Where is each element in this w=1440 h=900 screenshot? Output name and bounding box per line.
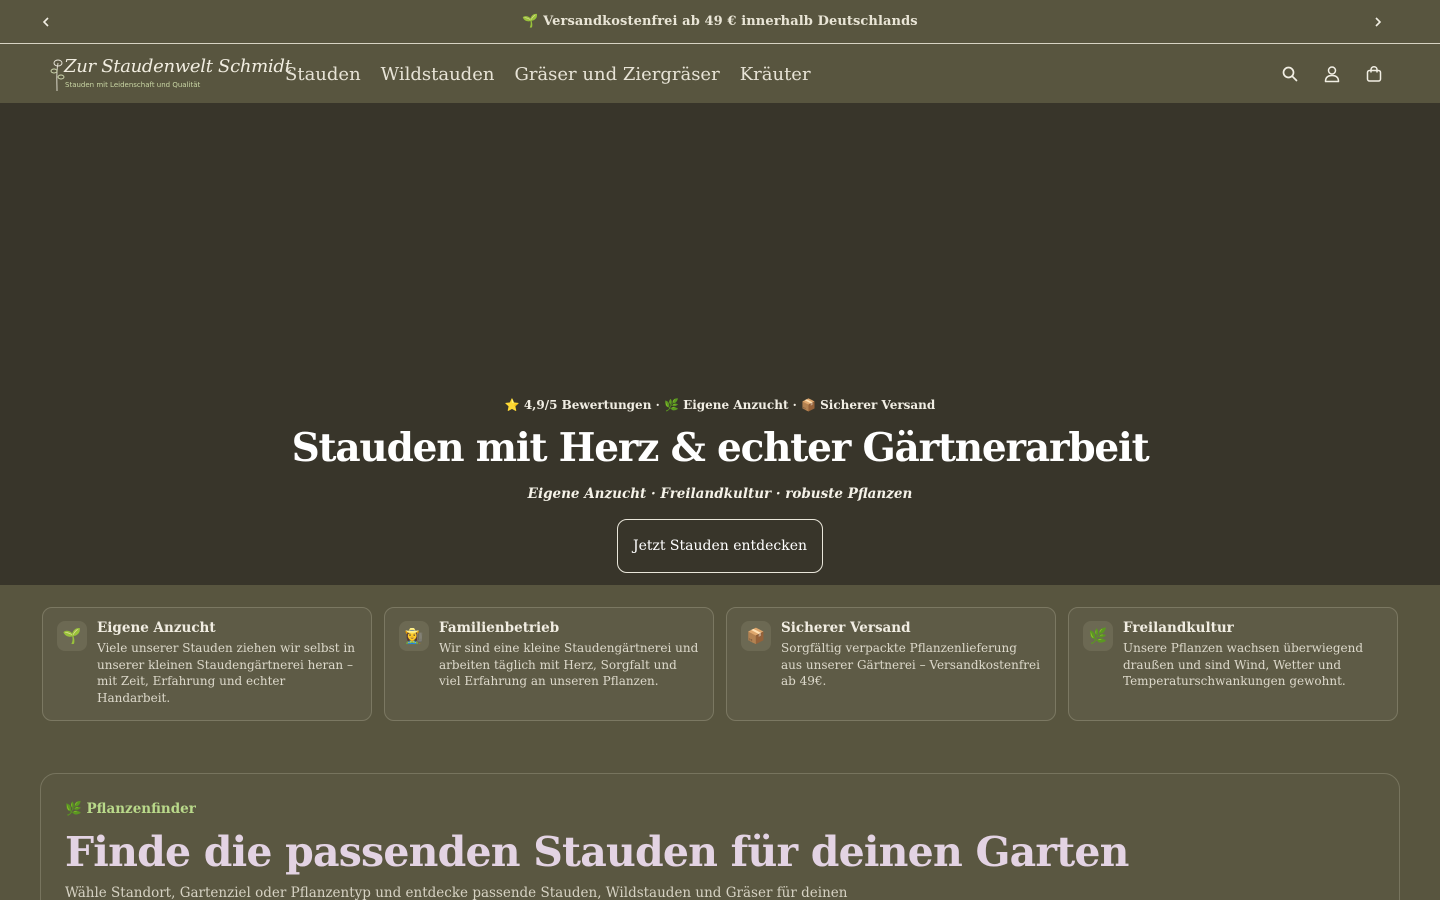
package-icon: 📦 [741, 621, 771, 651]
feature-text: Sorgfältig verpackte Pflanzenlieferung a… [781, 641, 1040, 689]
feature-cards: 🌱 Eigene Anzucht Viele unserer Stauden z… [42, 607, 1398, 721]
cart-button[interactable] [1364, 64, 1384, 84]
main-nav: Stauden Wildstauden Gräser und Ziergräse… [285, 45, 811, 103]
plant-finder-section: 🌿 Pflanzenfinder Finde die passenden Sta… [40, 773, 1400, 900]
site-header: Zur Staudenwelt Schmidt Stauden mit Leid… [0, 45, 1440, 103]
hero-subtitle: Eigene Anzucht · Freilandkultur · robust… [527, 486, 913, 502]
nav-item-graeser[interactable]: Gräser und Ziergräser [514, 64, 719, 85]
announcement-bar: 🌱 Versandkostenfrei ab 49 € innerhalb De… [0, 0, 1440, 44]
feature-title: Eigene Anzucht [97, 620, 216, 636]
logo-subtitle: Stauden mit Leidenschaft und Qualität [65, 81, 201, 89]
finder-text: Wähle Standort, Gartenziel oder Pflanzen… [65, 885, 848, 900]
feature-card-versand: 📦 Sicherer Versand Sorgfältig verpackte … [726, 607, 1056, 721]
finder-title: Finde die passenden Stauden für deinen G… [65, 828, 1129, 876]
feature-text: Wir sind eine kleine Staudengärtnerei un… [439, 641, 699, 689]
discover-stauden-button[interactable]: Jetzt Stauden entdecken [617, 519, 823, 573]
chevron-left-icon [42, 17, 49, 27]
announcement-text: 🌱 Versandkostenfrei ab 49 € innerhalb De… [522, 14, 918, 29]
feature-title: Freilandkultur [1123, 620, 1234, 636]
feature-card-familienbetrieb: 👩‍🌾 Familienbetrieb Wir sind eine kleine… [384, 607, 714, 721]
logo[interactable]: Zur Staudenwelt Schmidt Stauden mit Leid… [48, 55, 292, 95]
nav-item-kraeuter[interactable]: Kräuter [740, 64, 811, 85]
account-button[interactable] [1322, 64, 1342, 84]
feature-card-anzucht: 🌱 Eigene Anzucht Viele unserer Stauden z… [42, 607, 372, 721]
hero-banner: ⭐ 4,9/5 Bewertungen · 🌿 Eigene Anzucht ·… [0, 103, 1440, 585]
announcement-next-button[interactable] [1368, 12, 1388, 32]
feature-card-freilandkultur: 🌿 Freilandkultur Unsere Pflanzen wachsen… [1068, 607, 1398, 721]
seedling-icon: 🌱 [57, 621, 87, 651]
feature-title: Sicherer Versand [781, 620, 911, 636]
chevron-right-icon [1375, 17, 1382, 27]
account-icon [1324, 66, 1340, 83]
herb-icon: 🌿 [1083, 621, 1113, 651]
feature-title: Familienbetrieb [439, 620, 560, 636]
search-button[interactable] [1280, 64, 1300, 84]
header-icons [1280, 45, 1384, 103]
cart-icon [1366, 66, 1382, 82]
nav-item-stauden[interactable]: Stauden [285, 64, 361, 85]
announcement-prev-button[interactable] [36, 12, 56, 32]
logo-title: Zur Staudenwelt Schmidt [64, 56, 292, 77]
nav-item-wildstauden[interactable]: Wildstauden [381, 64, 495, 85]
feature-text: Viele unserer Stauden ziehen wir selbst … [97, 641, 355, 706]
finder-tag: 🌿 Pflanzenfinder [65, 801, 196, 817]
farmer-icon: 👩‍🌾 [399, 621, 429, 651]
hero-badges: ⭐ 4,9/5 Bewertungen · 🌿 Eigene Anzucht ·… [504, 398, 936, 412]
search-icon [1282, 66, 1298, 82]
feature-text: Unsere Pflanzen wachsen überwiegend drau… [1123, 641, 1364, 689]
hero-title: Stauden mit Herz & echter Gärtnerarbeit [291, 425, 1150, 471]
